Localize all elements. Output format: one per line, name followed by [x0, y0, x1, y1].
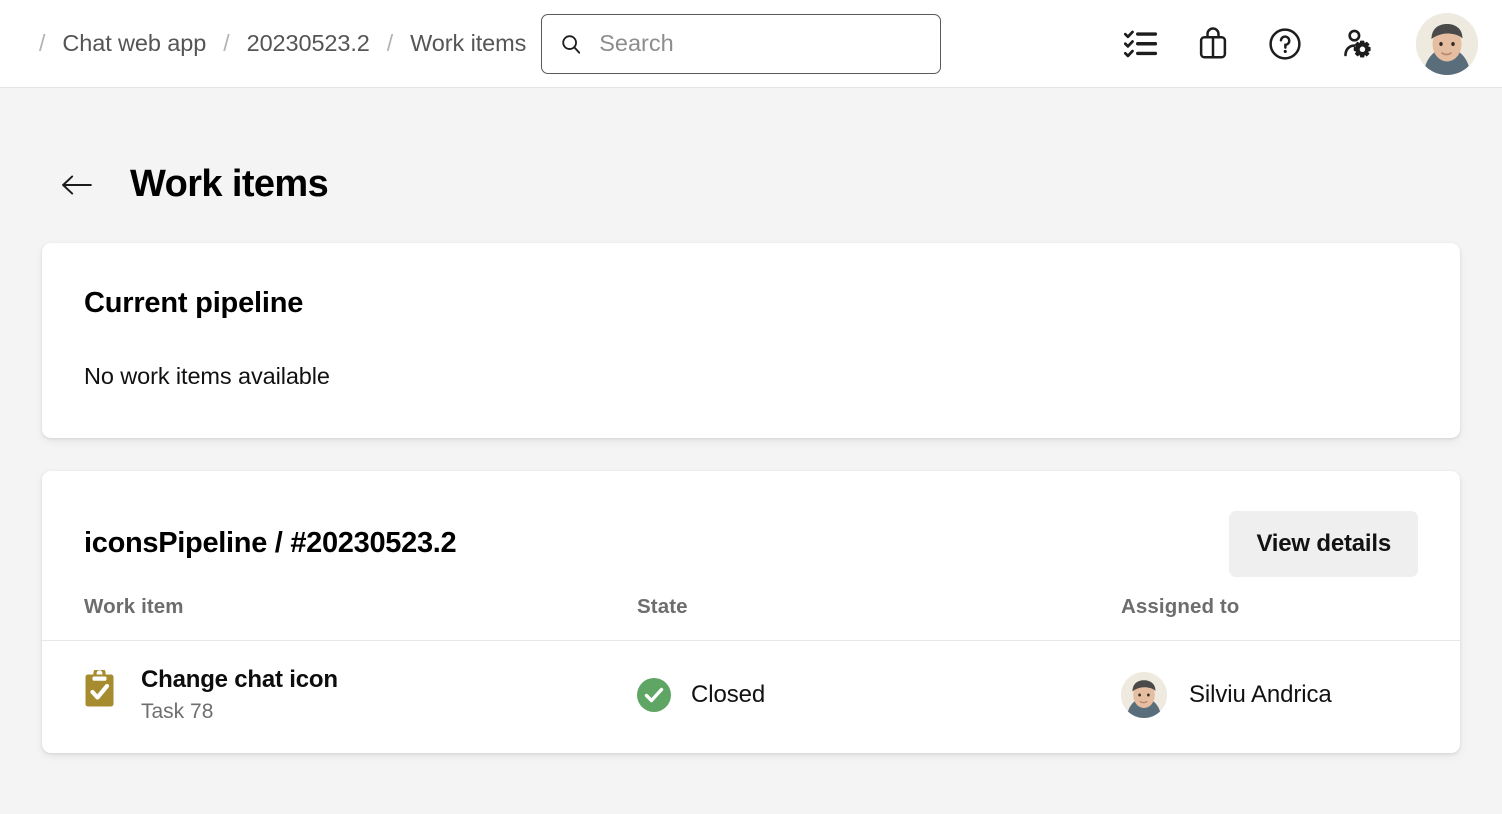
top-bar: / Chat web app / 20230523.2 / Work items [0, 0, 1502, 88]
current-pipeline-card: Current pipeline No work items available [42, 243, 1460, 438]
top-bar-actions [1120, 13, 1480, 75]
search-input[interactable] [599, 30, 922, 57]
assignee-avatar [1121, 672, 1167, 718]
work-items-card: iconsPipeline / #20230523.2 View details… [42, 471, 1460, 753]
task-clipboard-icon [84, 670, 115, 708]
avatar[interactable] [1416, 13, 1478, 75]
marketplace-bag-icon[interactable] [1192, 23, 1234, 65]
arrow-left-icon [61, 173, 93, 200]
breadcrumb-item-work-items[interactable]: Work items [410, 30, 526, 57]
assignee-name: Silviu Andrica [1189, 681, 1332, 709]
check-circle-icon [637, 678, 671, 712]
assigned-to-cell: Silviu Andrica [1121, 672, 1418, 718]
work-item-text: Change chat icon Task 78 [141, 666, 338, 724]
help-question-icon[interactable] [1264, 23, 1306, 65]
view-details-button[interactable]: View details [1229, 511, 1418, 577]
state-label: Closed [691, 681, 765, 709]
current-pipeline-empty-message: No work items available [84, 363, 1418, 390]
breadcrumb-item-build-number[interactable]: 20230523.2 [247, 30, 370, 57]
work-item-cell[interactable]: Change chat icon Task 78 [84, 666, 637, 724]
breadcrumb: / Chat web app / 20230523.2 / Work items [22, 0, 526, 87]
page-header: Work items [0, 88, 1502, 228]
search-icon [560, 33, 582, 55]
pipeline-run-title: iconsPipeline / #20230523.2 [84, 527, 456, 560]
column-header-assigned-to: Assigned to [1121, 595, 1418, 619]
work-item-subtitle: Task 78 [141, 700, 338, 724]
table-row[interactable]: Change chat icon Task 78 Closed [42, 640, 1460, 753]
column-header-state: State [637, 595, 1121, 619]
breadcrumb-item-chat-web-app[interactable]: Chat web app [62, 30, 206, 57]
breadcrumb-separator-2: / [370, 32, 410, 55]
tasks-checklist-icon[interactable] [1120, 23, 1162, 65]
work-item-title: Change chat icon [141, 666, 338, 694]
work-items-table: Work item State Assigned to Change chat … [42, 578, 1460, 753]
page-title: Work items [130, 163, 328, 206]
work-items-card-header: iconsPipeline / #20230523.2 View details [42, 471, 1460, 578]
search-box[interactable] [541, 14, 941, 74]
user-settings-icon[interactable] [1336, 23, 1378, 65]
table-header-row: Work item State Assigned to [42, 578, 1460, 640]
back-button[interactable] [55, 164, 99, 208]
breadcrumb-separator-1: / [206, 32, 246, 55]
current-pipeline-title: Current pipeline [84, 287, 1418, 320]
state-cell: Closed [637, 678, 1121, 712]
column-header-work-item: Work item [84, 595, 637, 619]
breadcrumb-separator-0: / [22, 32, 62, 55]
